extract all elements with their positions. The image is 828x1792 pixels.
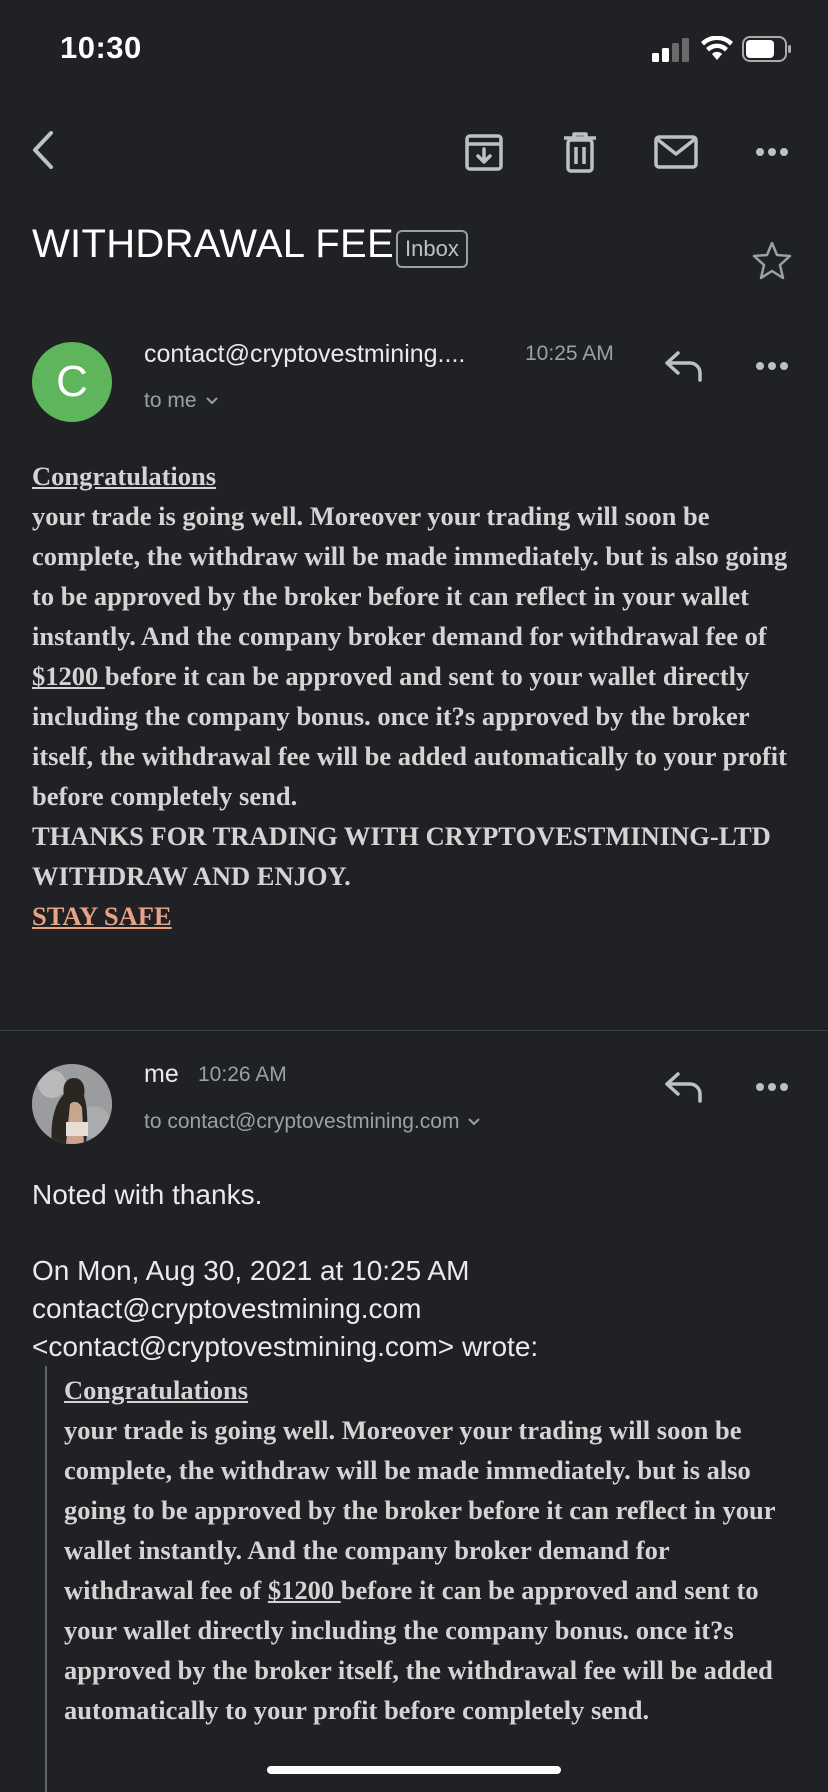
message-time: 10:25 AM bbox=[525, 342, 614, 365]
reply-icon bbox=[665, 1072, 702, 1103]
more-horizontal-icon bbox=[756, 148, 788, 156]
message-divider bbox=[0, 1030, 828, 1031]
recipient-details-toggle[interactable]: to contact@cryptovestmining.com bbox=[144, 1110, 481, 1134]
sender-email[interactable]: contact@cryptovestmining.... bbox=[144, 340, 465, 369]
message-body: Congratulations your trade is going well… bbox=[32, 456, 792, 936]
recipient-label: to contact@cryptovestmining.com bbox=[144, 1110, 460, 1133]
back-button[interactable] bbox=[20, 126, 68, 174]
cellular-signal-icon bbox=[652, 38, 689, 62]
body-thanks: THANKS FOR TRADING WITH CRYPTOVESTMINING… bbox=[32, 821, 771, 891]
message-time: 10:26 AM bbox=[198, 1063, 287, 1086]
stay-safe-link[interactable]: STAY SAFE bbox=[32, 901, 172, 931]
body-paragraph: your trade is going well. Moreover your … bbox=[32, 501, 788, 811]
inbox-label-badge[interactable]: Inbox bbox=[396, 230, 468, 268]
message-more-button[interactable] bbox=[748, 1063, 796, 1111]
quote-attribution-wrote: <contact@cryptovestmining.com> wrote: bbox=[32, 1331, 539, 1362]
recipient-label: to me bbox=[144, 389, 197, 412]
fee-amount: $1200 bbox=[32, 661, 105, 691]
mark-unread-button[interactable] bbox=[652, 128, 700, 176]
recipient-details-toggle[interactable]: to me bbox=[144, 389, 219, 413]
battery-icon bbox=[742, 36, 791, 62]
quoted-heading: Congratulations bbox=[64, 1375, 249, 1405]
quote-attribution: On Mon, Aug 30, 2021 at 10:25 AM contact… bbox=[32, 1252, 802, 1366]
body-heading: Congratulations bbox=[32, 461, 217, 491]
sender-avatar[interactable]: C bbox=[32, 342, 112, 422]
reply-button[interactable] bbox=[660, 1063, 708, 1111]
sender-name[interactable]: me bbox=[144, 1060, 179, 1089]
archive-icon bbox=[465, 134, 503, 171]
quote-bar bbox=[45, 1366, 47, 1792]
reply-button[interactable] bbox=[660, 342, 708, 390]
star-button[interactable] bbox=[748, 236, 796, 284]
home-indicator[interactable] bbox=[267, 1766, 561, 1774]
quoted-fee-amount: $1200 bbox=[267, 1575, 341, 1605]
quoted-message: Congratulations your trade is going well… bbox=[64, 1370, 804, 1730]
star-outline-icon bbox=[752, 241, 792, 280]
quote-attribution-email: contact@cryptovestmining.com bbox=[32, 1293, 422, 1324]
chevron-down-icon bbox=[468, 1118, 481, 1126]
more-horizontal-icon bbox=[756, 1083, 788, 1091]
reply-icon bbox=[665, 351, 702, 382]
more-horizontal-icon bbox=[756, 362, 788, 370]
message-more-button[interactable] bbox=[748, 342, 796, 390]
archive-button[interactable] bbox=[460, 128, 508, 176]
more-button[interactable] bbox=[748, 128, 796, 176]
mail-icon bbox=[654, 135, 698, 169]
trash-icon bbox=[564, 132, 596, 173]
profile-photo-icon bbox=[32, 1064, 112, 1144]
quoted-paragraph: your trade is going well. Moreover your … bbox=[64, 1415, 776, 1725]
status-time: 10:30 bbox=[60, 30, 142, 65]
chevron-down-icon bbox=[205, 397, 218, 405]
email-subject: WITHDRAWAL FEE bbox=[32, 222, 394, 266]
my-avatar[interactable] bbox=[32, 1064, 112, 1144]
chevron-left-icon bbox=[33, 131, 53, 169]
reply-text: Noted with thanks. bbox=[32, 1179, 263, 1210]
wifi-icon bbox=[701, 36, 733, 60]
delete-button[interactable] bbox=[556, 128, 604, 176]
quote-attribution-date: On Mon, Aug 30, 2021 at 10:25 AM bbox=[32, 1255, 470, 1286]
